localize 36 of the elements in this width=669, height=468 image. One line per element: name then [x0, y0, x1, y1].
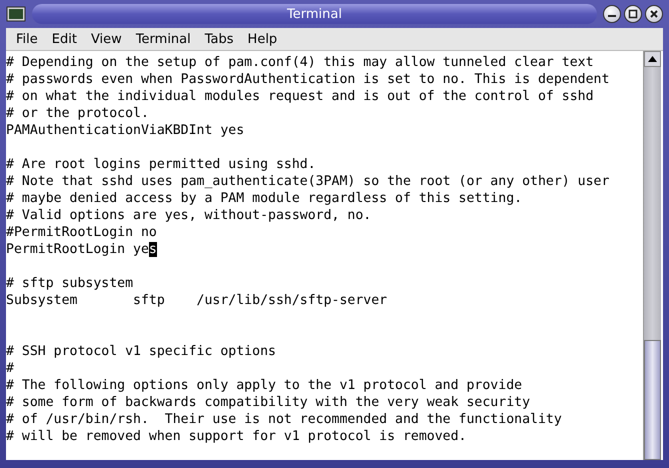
window-title: Terminal [287, 6, 342, 22]
terminal-icon [6, 6, 26, 22]
terminal-line: # The following options only apply to the v1 protocol and provide [6, 377, 522, 394]
terminal-line: PermitRootLogin yes [6, 241, 157, 258]
terminal-line: # [6, 360, 14, 377]
caret-icon [648, 56, 657, 62]
scrollbar[interactable] [643, 51, 661, 460]
menu-item[interactable]: Terminal [130, 32, 197, 46]
terminal-line: PAMAuthenticationViaKBDInt yes [6, 122, 244, 139]
menu-item[interactable]: Edit [46, 32, 83, 46]
terminal-line: # Depending on the setup of pam.conf(4) this may allow tunneled clear text [6, 54, 594, 71]
terminal-line: # or the protocol. [6, 105, 149, 122]
terminal-line: # passwords even when PasswordAuthentication is set to no. This is dependent [6, 71, 610, 88]
scroll-up-button[interactable] [644, 51, 661, 67]
menu-item[interactable]: View [84, 32, 128, 46]
terminal-line: #PermitRootLogin no [6, 224, 157, 241]
maximize-icon [628, 9, 638, 19]
terminal-line: # sftp subsystem [6, 275, 134, 292]
minimize-button[interactable] [603, 5, 621, 23]
terminal-line: # will be removed when support for v1 protocol is removed. [6, 428, 466, 445]
scroll-thumb[interactable] [644, 340, 661, 460]
terminal-line: # Note that sshd uses pam_authenticate(3PAM) so the root (or any other) user [6, 173, 610, 190]
terminal-line: # Valid options are yes, without-password, no. [6, 207, 372, 224]
close-button[interactable] [645, 5, 663, 23]
maximize-button[interactable] [624, 5, 642, 23]
terminal-line: # on what the individual modules request and is out of the control of sshd [6, 88, 594, 105]
menu-item[interactable]: Tabs [198, 32, 240, 46]
close-icon [649, 9, 659, 19]
terminal-line: # of /usr/bin/rsh. Their use is not recommended and the functionality [6, 411, 562, 428]
menu-item[interactable]: File [10, 32, 44, 46]
terminal-line: # maybe denied access by a PAM module regardless of this setting. [6, 190, 522, 207]
terminal-line: # some form of backwards compatibility with the very weak security [6, 394, 530, 411]
terminal-line: Subsystem sftp /usr/lib/ssh/sftp-server [6, 292, 388, 309]
menu-item[interactable]: Help [242, 32, 284, 46]
terminal-line: # SSH protocol v1 specific options [6, 343, 276, 360]
terminal-line: # Are root logins permitted using sshd. [6, 156, 316, 173]
